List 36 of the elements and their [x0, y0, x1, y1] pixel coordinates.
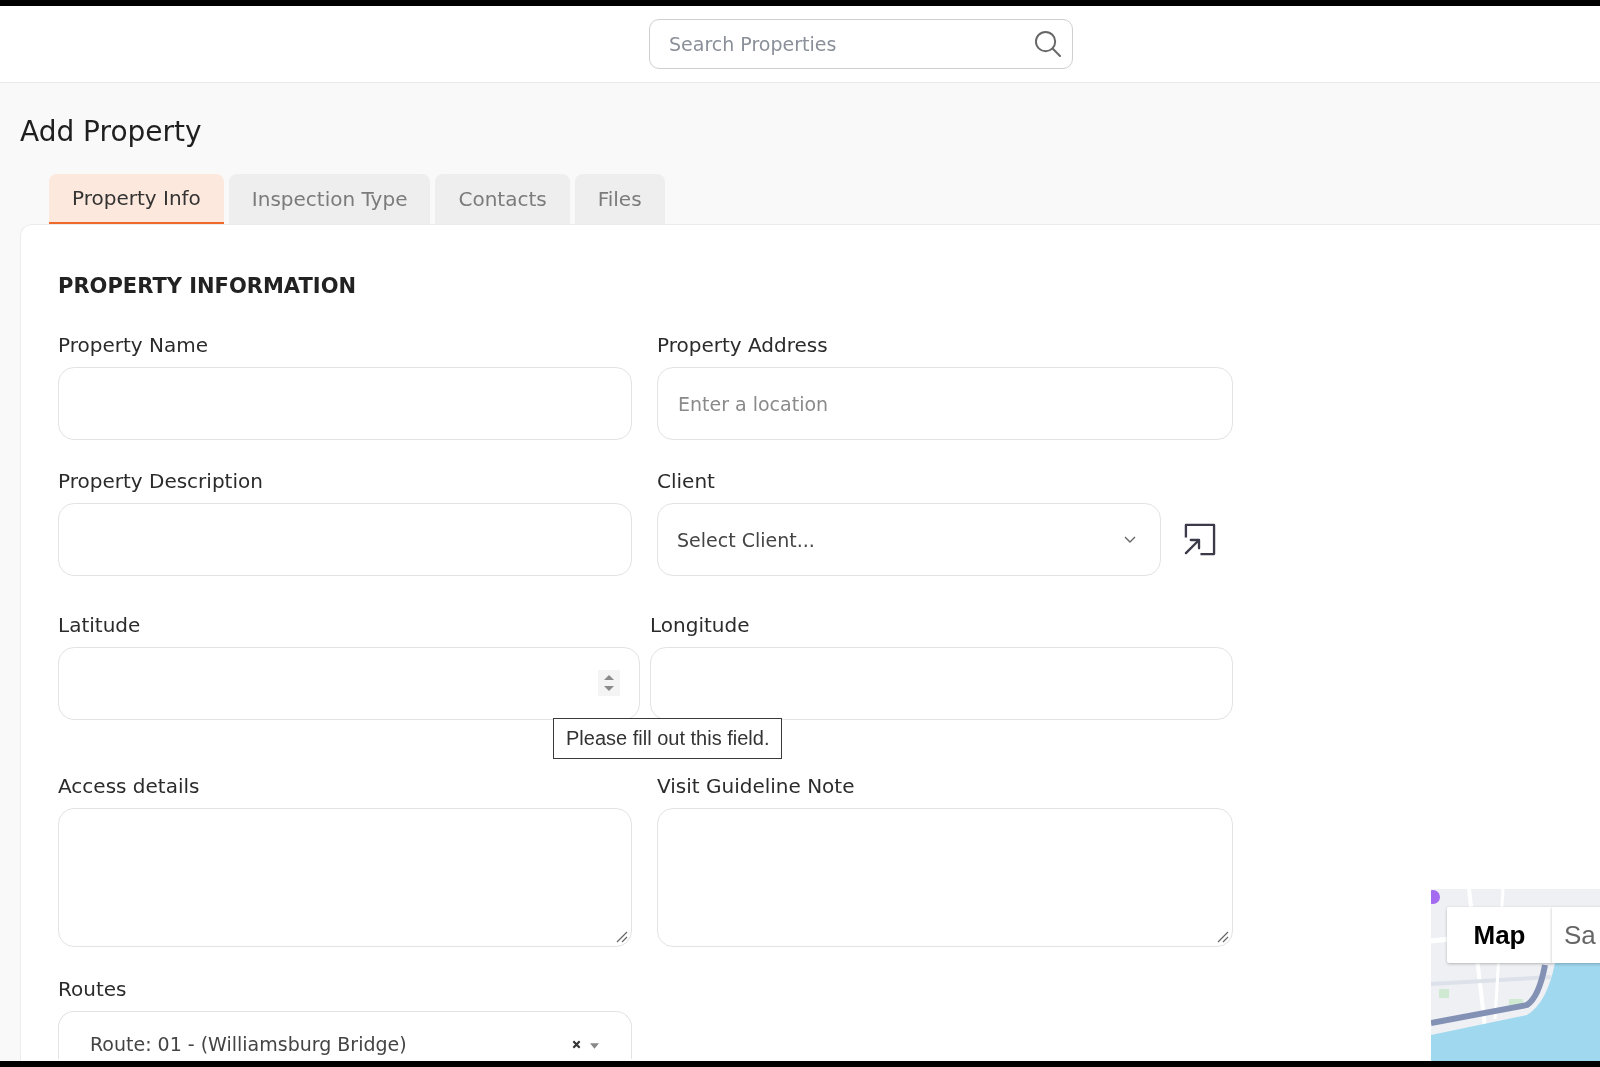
section-heading: PROPERTY INFORMATION	[58, 274, 357, 298]
tab[interactable]: Property Info	[49, 174, 224, 224]
textarea-field[interactable]	[657, 808, 1233, 947]
field-label: Visit Guideline Note	[657, 774, 855, 798]
map-type-button[interactable]: Sa	[1552, 907, 1600, 963]
dropdown-field[interactable]: Select Client...	[657, 503, 1161, 576]
field-label: Property Name	[58, 333, 208, 357]
field-label: Property Address	[657, 333, 828, 357]
arrow-box-icon[interactable]	[1183, 523, 1216, 556]
validation-tooltip: Please fill out this field.	[553, 718, 783, 759]
text-field[interactable]	[58, 367, 632, 440]
dropdown-field[interactable]: Route: 01 - (Williamsburg Bridge)	[58, 1011, 632, 1059]
page-title: Add Property	[20, 114, 202, 150]
text-field[interactable]	[650, 647, 1233, 720]
search-field[interactable]: Search Properties	[649, 19, 1073, 69]
number-field[interactable]	[58, 647, 640, 720]
chevron-down-icon	[1124, 536, 1136, 543]
clear-icon[interactable]	[572, 1040, 581, 1049]
field-label: Routes	[58, 977, 127, 1001]
resize-handle-icon[interactable]	[1217, 931, 1229, 943]
text-field[interactable]: Enter a location	[657, 367, 1233, 440]
text-field[interactable]	[58, 503, 632, 576]
search-icon[interactable]	[1034, 30, 1061, 57]
field-label: Property Description	[58, 469, 263, 493]
resize-handle-icon[interactable]	[616, 931, 628, 943]
map-type-button[interactable]: Map	[1447, 907, 1552, 963]
field-label: Access details	[58, 774, 200, 798]
tab[interactable]: Contacts	[435, 174, 570, 224]
tab[interactable]: Inspection Type	[228, 174, 431, 224]
field-label: Client	[657, 469, 715, 493]
field-label: Longitude	[650, 613, 750, 637]
caret-down-icon[interactable]	[590, 1043, 599, 1049]
spinner-icon[interactable]	[598, 670, 620, 696]
tab[interactable]: Files	[574, 174, 665, 224]
field-label: Latitude	[58, 613, 141, 637]
textarea-field[interactable]	[58, 808, 632, 947]
